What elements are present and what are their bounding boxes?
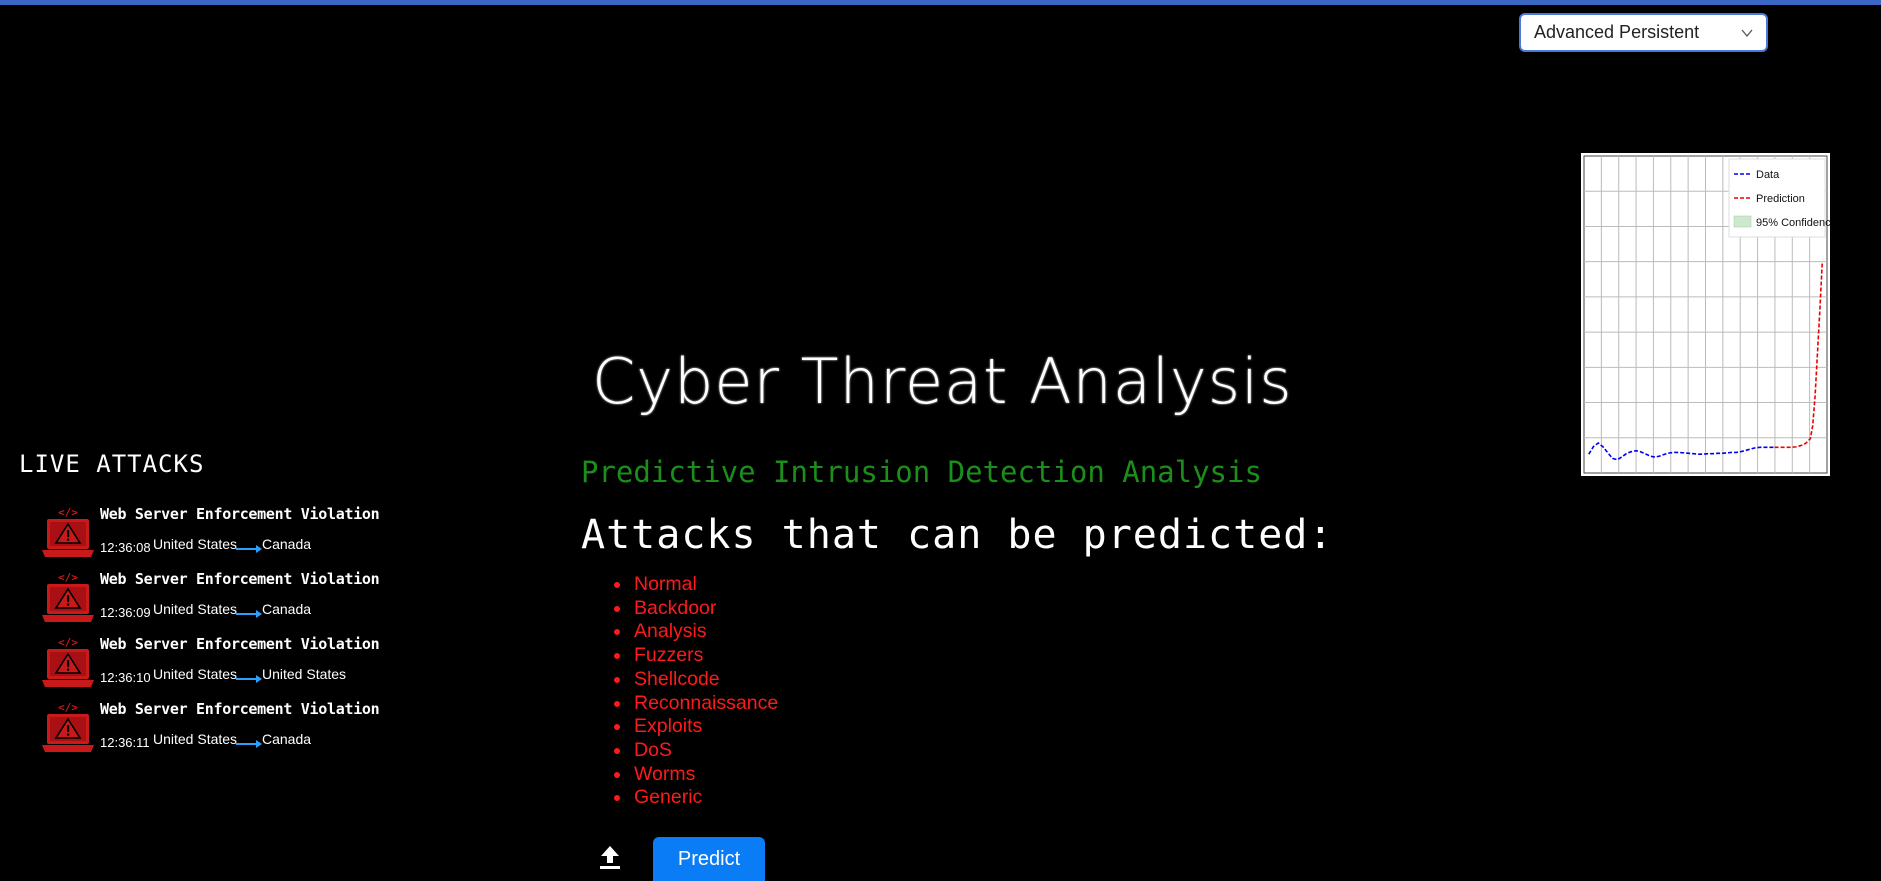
svg-text:</>: </> — [58, 571, 78, 584]
attack-destination: Canada — [262, 536, 312, 552]
chart-legend-label: Data — [1756, 169, 1780, 181]
attack-type-item: Worms — [632, 763, 778, 787]
alert-laptop-icon: </> — [42, 701, 94, 752]
attack-type-item: Analysis — [632, 620, 778, 644]
attack-time: 12:36:08 — [100, 540, 151, 555]
chart-legend-label: 95% Confidence — [1756, 217, 1830, 229]
attack-source: United States — [153, 536, 238, 552]
attack-type-item: Reconnaissance — [632, 692, 778, 716]
live-attacks-feed: </> Web Server Enforcement Violation 12:3… — [40, 505, 400, 765]
live-attack-item: </> Web Server Enforcement Violation 12:3… — [40, 635, 400, 700]
attack-type-item: Exploits — [632, 715, 778, 739]
alert-laptop-icon: </> — [42, 506, 94, 557]
attack-type-select-value: Advanced Persistent — [1534, 22, 1700, 42]
attack-type-item: Fuzzers — [632, 644, 778, 668]
svg-text:</>: </> — [58, 636, 78, 649]
arrow-right-icon — [236, 610, 262, 618]
attack-destination: Canada — [262, 731, 312, 747]
attack-destination: United States — [262, 666, 347, 682]
attack-type-select[interactable]: Advanced Persistent — [1519, 13, 1768, 52]
arrow-right-icon — [236, 675, 262, 683]
chevron-down-icon — [1741, 29, 1753, 37]
alert-laptop-icon: </> — [42, 636, 94, 687]
attack-name: Web Server Enforcement Violation — [100, 570, 380, 588]
attack-type-item: Backdoor — [632, 597, 778, 621]
attack-time: 12:36:10 — [100, 670, 151, 685]
predictable-attacks-heading: Attacks that can be predicted: — [581, 512, 1334, 558]
attack-name: Web Server Enforcement Violation — [100, 635, 380, 653]
predict-button[interactable]: Predict — [653, 837, 765, 881]
attack-source: United States — [153, 731, 238, 747]
alert-laptop-icon: </> — [42, 571, 94, 622]
chart-legend-swatch — [1733, 215, 1752, 228]
svg-text:</>: </> — [58, 506, 78, 519]
live-attack-item: </> Web Server Enforcement Violation 12:3… — [40, 505, 400, 570]
chart-legend-label: Prediction — [1756, 193, 1805, 205]
svg-text:</>: </> — [58, 701, 78, 714]
top-accent-bar — [0, 0, 1881, 5]
live-attack-item: </> Web Server Enforcement Violation 12:3… — [40, 700, 400, 765]
live-attacks-title: LIVE ATTACKS — [19, 450, 205, 478]
attack-type-item: DoS — [632, 739, 778, 763]
arrow-right-icon — [236, 545, 262, 553]
prediction-chart-svg: Data Prediction 95% Confidence — [1583, 155, 1830, 474]
page-title: Cyber Threat Analysis — [592, 345, 1293, 418]
attack-destination: Canada — [262, 601, 312, 617]
attack-name: Web Server Enforcement Violation — [100, 700, 380, 718]
attack-time: 12:36:11 — [100, 735, 150, 750]
upload-icon[interactable] — [598, 844, 622, 870]
page-subtitle: Predictive Intrusion Detection Analysis — [581, 455, 1262, 489]
attack-type-item: Normal — [632, 573, 778, 597]
attack-name: Web Server Enforcement Violation — [100, 505, 380, 523]
attack-type-item: Generic — [632, 786, 778, 810]
attack-time: 12:36:09 — [100, 605, 151, 620]
arrow-right-icon — [236, 740, 262, 748]
attack-source: United States — [153, 666, 238, 682]
prediction-chart: Data Prediction 95% Confidence — [1581, 153, 1830, 476]
live-attack-item: </> Web Server Enforcement Violation 12:3… — [40, 570, 400, 635]
attack-type-item: Shellcode — [632, 668, 778, 692]
attack-source: United States — [153, 601, 238, 617]
predictable-attacks-list: NormalBackdoorAnalysisFuzzersShellcodeRe… — [615, 573, 778, 810]
